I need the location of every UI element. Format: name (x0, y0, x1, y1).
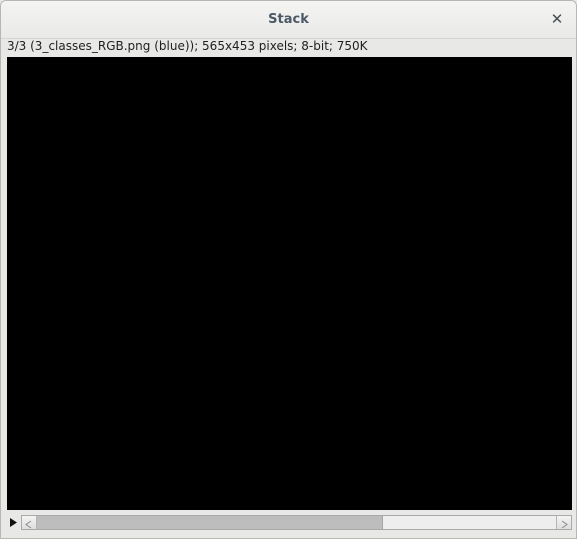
window-title: Stack (268, 12, 309, 27)
scroll-thumb[interactable] (37, 516, 383, 529)
stack-window: Stack ✕ 3/3 (3_classes_RGB.png (blue)); … (0, 0, 577, 539)
scroll-left-icon (25, 520, 32, 529)
scroll-left-button[interactable] (22, 516, 37, 529)
image-canvas[interactable] (7, 57, 572, 510)
slice-slider-bar (7, 515, 572, 530)
play-icon (10, 518, 17, 527)
close-icon: ✕ (550, 10, 564, 28)
title-bar[interactable]: Stack ✕ (1, 1, 576, 39)
scroll-right-button[interactable] (556, 516, 571, 529)
slice-scrollbar[interactable] (21, 515, 572, 530)
play-button[interactable] (7, 515, 21, 530)
image-info-label: 3/3 (3_classes_RGB.png (blue)); 565x453 … (7, 39, 368, 53)
scroll-right-icon (561, 520, 568, 529)
close-button[interactable]: ✕ (548, 10, 566, 28)
